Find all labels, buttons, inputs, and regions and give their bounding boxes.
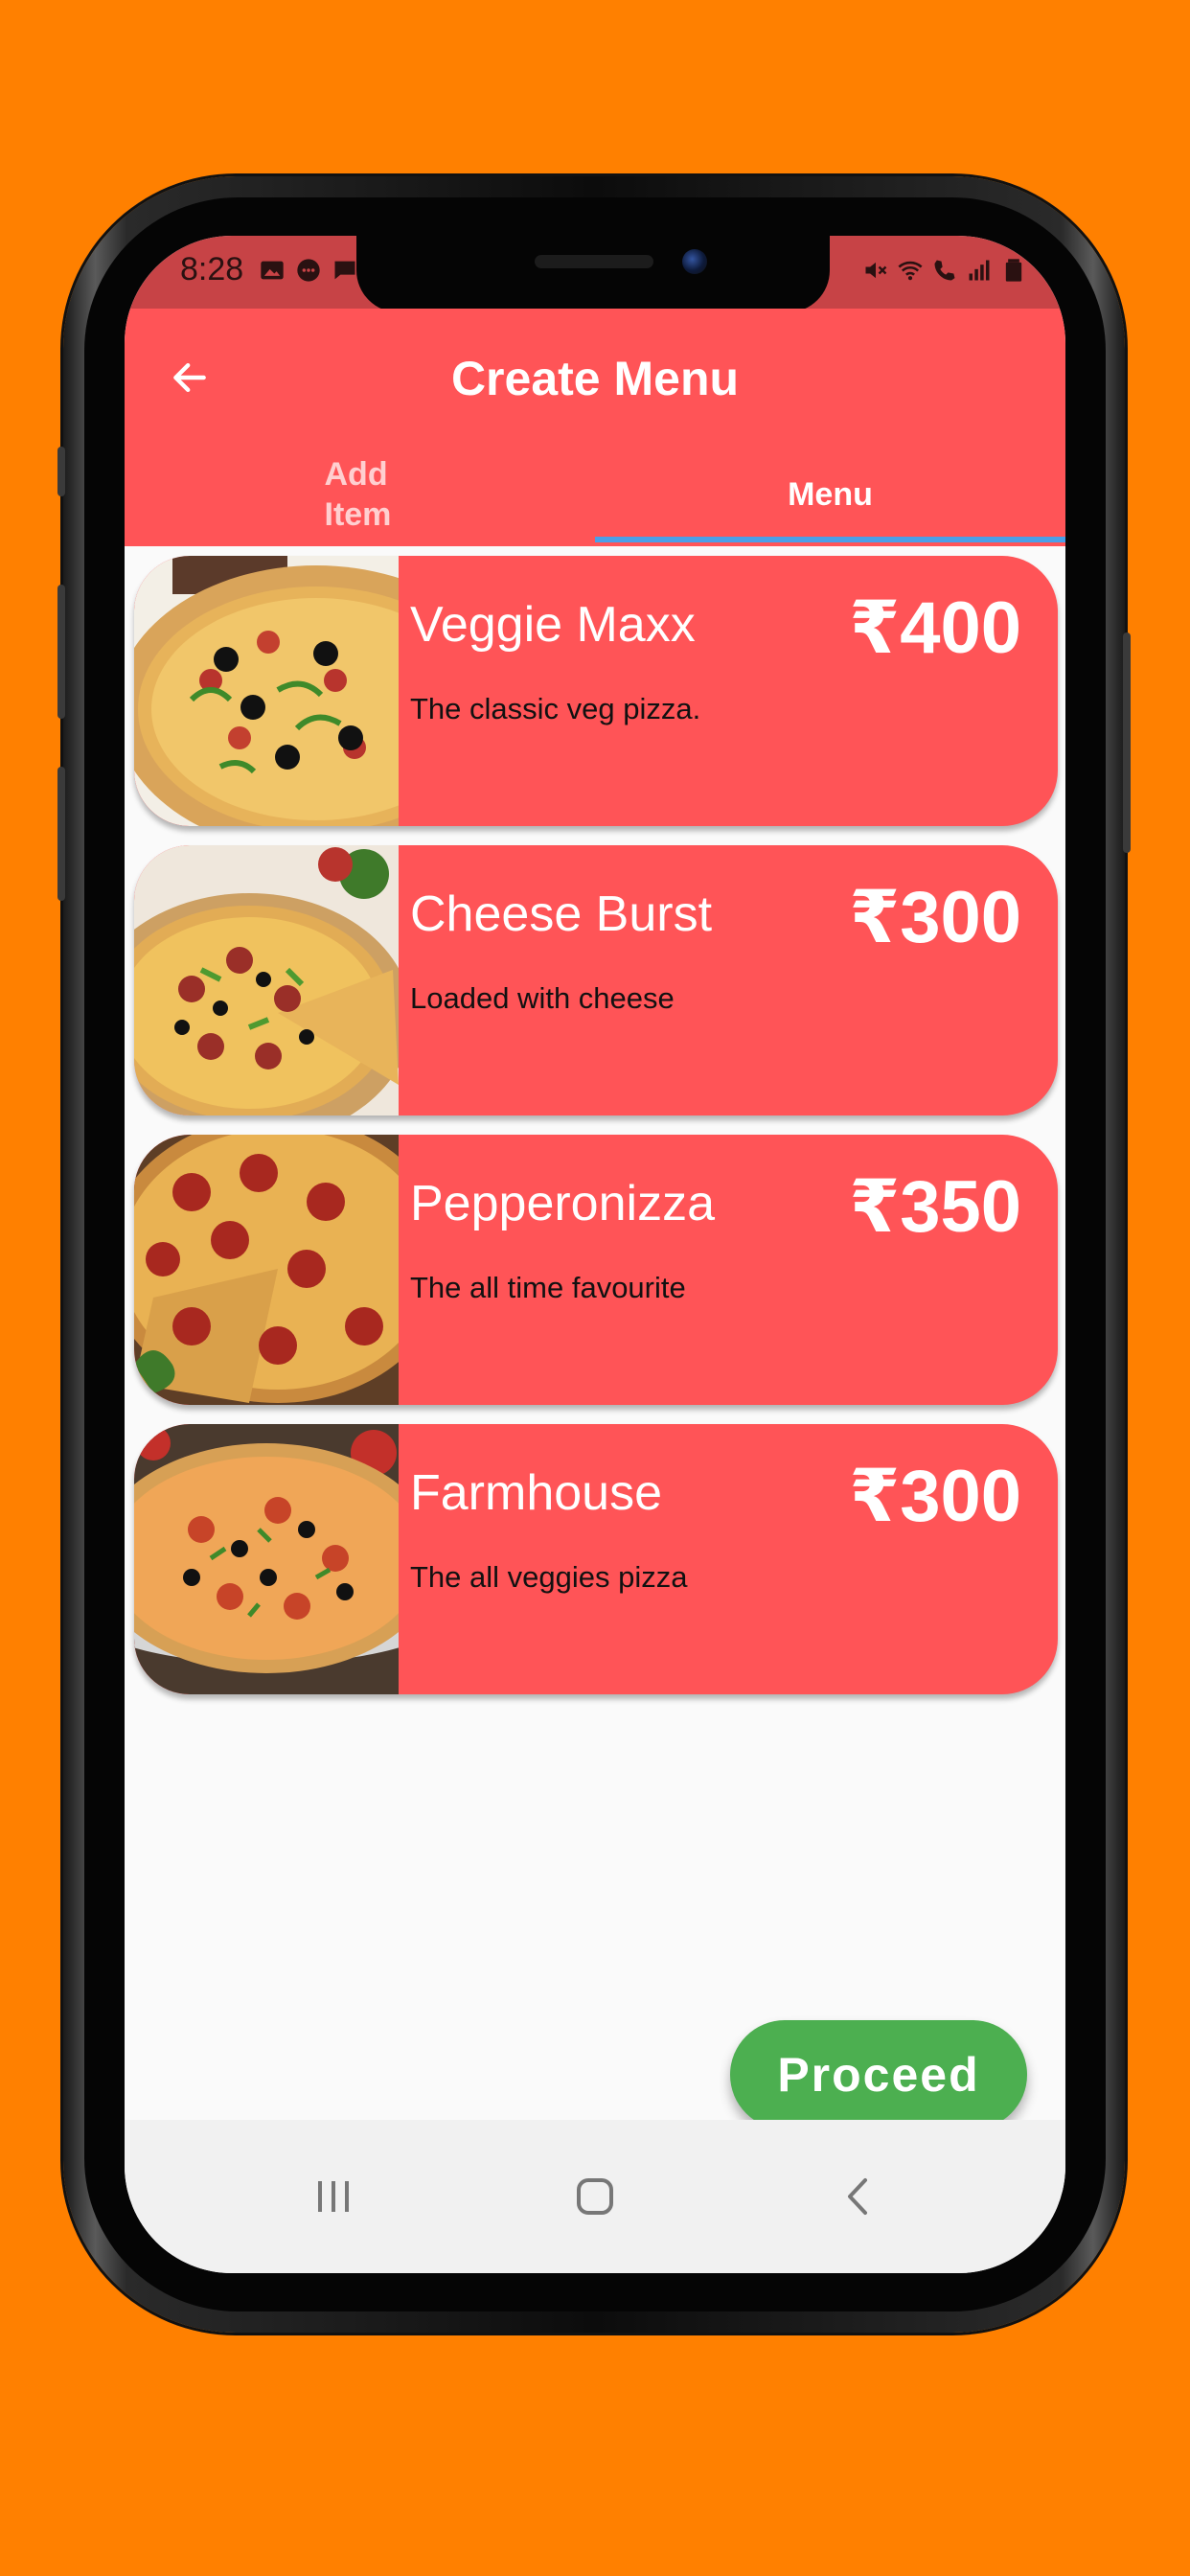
page-title: Create Menu: [450, 352, 740, 405]
status-time: 8:28: [180, 251, 244, 288]
signal-icon: [969, 260, 990, 281]
phone-side-button: [57, 585, 65, 719]
menu-item-price: ₹400: [849, 587, 1021, 669]
farmhouse-pizza-image: [134, 1424, 399, 1694]
notch: [356, 236, 830, 312]
menu-item-price: ₹350: [849, 1166, 1021, 1248]
phone-screen: 8:28 Create Menu Add Item Menu Veggie Ma…: [125, 236, 1065, 2273]
system-nav-bar: [125, 2120, 1065, 2273]
wifi-call-icon: [934, 260, 955, 281]
menu-item-description: Loaded with cheese: [410, 981, 675, 1015]
menu-item-name: Pepperonizza: [410, 1176, 715, 1231]
tab-add-item[interactable]: Add Item: [125, 443, 595, 546]
mute-icon: [865, 262, 887, 279]
menu-item-card[interactable]: Pepperonizza ₹350 The all time favourite: [134, 1135, 1058, 1405]
nav-back-button[interactable]: [799, 2149, 914, 2244]
pepperoni-pizza-image: [134, 1135, 399, 1405]
wifi-icon: [898, 261, 923, 281]
recent-apps-icon: [318, 2181, 349, 2212]
home-icon: [577, 2178, 613, 2215]
menu-item-name: Cheese Burst: [410, 886, 713, 942]
chat-icon: [334, 261, 355, 280]
menu-item-price: ₹300: [849, 877, 1021, 958]
menu-item-name: Veggie Maxx: [410, 597, 696, 653]
speaker: [535, 255, 653, 268]
front-camera: [682, 249, 707, 274]
image-icon: [261, 261, 284, 280]
phone-side-button: [1123, 632, 1131, 853]
menu-item-card[interactable]: Veggie Maxx ₹400 The classic veg pizza.: [134, 556, 1058, 826]
tab-indicator: [595, 537, 1065, 542]
tab-label: Add Item: [324, 456, 392, 533]
menu-item-card[interactable]: Cheese Burst ₹300 Loaded with cheese: [134, 845, 1058, 1116]
phone-side-button: [57, 447, 65, 496]
veg-pizza-image: [134, 556, 399, 826]
battery-icon: [1005, 259, 1022, 282]
menu-item-description: The all veggies pizza: [410, 1560, 688, 1594]
recent-apps-button[interactable]: [276, 2149, 391, 2244]
message-icon: [297, 259, 320, 282]
menu-item-description: The classic veg pizza.: [410, 692, 701, 725]
tab-label: Menu: [788, 475, 873, 513]
back-icon: [848, 2178, 867, 2215]
app-bar: Create Menu Add Item Menu: [125, 309, 1065, 546]
menu-item-card[interactable]: Farmhouse ₹300 The all veggies pizza: [134, 1424, 1058, 1694]
menu-item-price: ₹300: [849, 1456, 1021, 1537]
menu-item-name: Farmhouse: [410, 1465, 662, 1521]
home-button[interactable]: [538, 2149, 652, 2244]
menu-item-description: The all time favourite: [410, 1271, 686, 1304]
cheese-pizza-image: [134, 845, 399, 1116]
phone-side-button: [57, 767, 65, 901]
tab-menu[interactable]: Menu: [595, 443, 1065, 546]
proceed-button[interactable]: Proceed: [730, 2020, 1027, 2129]
